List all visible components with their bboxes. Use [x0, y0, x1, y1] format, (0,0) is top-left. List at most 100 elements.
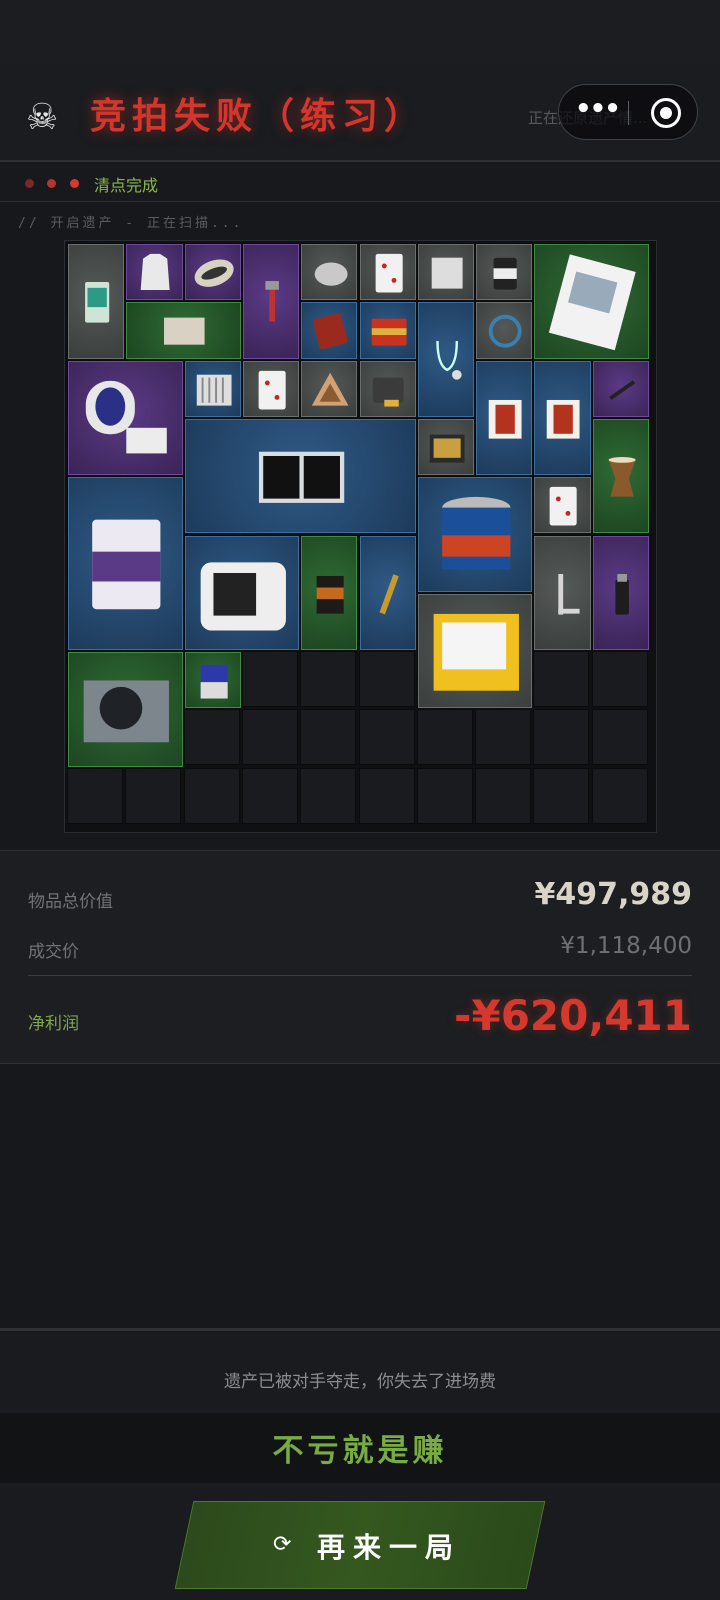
item-playing-card-2[interactable] — [242, 360, 300, 417]
empty-slot — [358, 767, 415, 824]
item-pipe-wrench[interactable] — [242, 244, 300, 359]
status-dot — [70, 179, 79, 188]
torch-canister-icon — [615, 573, 629, 615]
item-candle-box[interactable] — [417, 593, 533, 709]
item-cable[interactable] — [476, 302, 533, 359]
playing-card-icon — [375, 253, 403, 293]
red-pouch-icon — [312, 313, 348, 350]
coffee-bag-icon — [316, 575, 344, 614]
tape-measure-icon — [372, 377, 404, 407]
item-rugby-ball[interactable] — [184, 244, 241, 301]
item-triangle-badge[interactable] — [301, 360, 358, 417]
item-paint-bucket[interactable] — [417, 477, 533, 592]
rugby-ball-icon — [194, 259, 234, 287]
item-radiator[interactable] — [184, 360, 241, 417]
empty-slot — [125, 767, 182, 824]
triangle-badge-icon — [311, 372, 349, 406]
item-airbrush[interactable] — [592, 360, 649, 417]
more-dots-icon[interactable]: ••• — [575, 96, 621, 126]
item-protein-jar[interactable] — [476, 244, 533, 301]
net-profit-label: 净利润 — [28, 1014, 79, 1034]
empty-slot — [300, 651, 357, 708]
motto-band: 不亏就是赚 — [0, 1413, 720, 1483]
summary-divider — [28, 975, 692, 976]
item-djembe-drum[interactable] — [592, 418, 649, 534]
item-stethoscope[interactable] — [417, 302, 475, 417]
empty-slot — [533, 767, 590, 824]
play-again-button[interactable]: ⟳ 再来一局 — [174, 1501, 546, 1589]
item-playing-card[interactable] — [359, 244, 416, 301]
empty-slot — [358, 709, 415, 766]
item-coffee-bag[interactable] — [301, 535, 358, 651]
item-vest[interactable] — [126, 244, 183, 301]
item-tool-case[interactable] — [417, 418, 475, 476]
empty-slot — [533, 651, 590, 708]
empty-slot — [241, 651, 298, 708]
empty-slot — [591, 767, 648, 824]
status-dot — [25, 179, 34, 188]
value-summary: 物品总价值 ¥497,989 成交价 ¥1,118,400 净利润 -¥620,… — [0, 850, 720, 1064]
empty-slot — [241, 709, 298, 766]
stethoscope-icon — [436, 341, 462, 380]
spyglass-icon — [378, 573, 399, 614]
paper-bag-icon — [431, 257, 463, 289]
paint-bucket-icon — [441, 497, 511, 570]
item-tea-tin[interactable] — [359, 302, 416, 359]
item-wood-plank[interactable] — [126, 302, 241, 359]
deal-price-value: ¥1,118,400 — [560, 933, 692, 959]
skull-icon: ☠ — [26, 97, 59, 138]
comic-book-icon — [549, 254, 637, 351]
item-paper-bag[interactable] — [417, 244, 475, 301]
wood-plank-icon — [164, 317, 205, 345]
power-supply-icon — [83, 680, 169, 743]
item-power-supply[interactable] — [68, 652, 183, 767]
playing-card-2-icon — [258, 370, 286, 410]
empty-slot — [183, 767, 240, 824]
mini-program-capsule: ••• — [558, 84, 698, 140]
item-poster-card-2[interactable] — [534, 360, 591, 476]
item-solar-panel[interactable] — [184, 418, 416, 534]
printer-icon — [200, 561, 286, 631]
item-poster-card[interactable] — [476, 360, 533, 476]
djembe-drum-icon — [608, 456, 636, 497]
result-footer: 遗产已被对手夺走，你失去了进场费 不亏就是赚 ⟳ 再来一局 — [0, 1328, 720, 1600]
item-tape-measure[interactable] — [359, 360, 416, 417]
poster-card-2-icon — [547, 399, 580, 439]
loss-message: 遗产已被对手夺走，你失去了进场费 — [224, 1372, 496, 1392]
item-cement-bag[interactable] — [68, 477, 183, 651]
item-battery[interactable] — [184, 652, 241, 709]
item-square-ruler[interactable] — [534, 535, 591, 651]
toothpaste-icon — [85, 282, 110, 323]
tool-case-icon — [429, 434, 465, 463]
empty-slot — [475, 709, 532, 766]
empty-slot — [241, 767, 298, 824]
item-toothpaste[interactable] — [68, 244, 125, 359]
empty-slot — [67, 767, 123, 824]
motto-text: 不亏就是赚 — [272, 1433, 448, 1469]
item-spyglass[interactable] — [359, 535, 416, 651]
close-target-icon[interactable] — [651, 98, 681, 128]
inventory-grid — [64, 240, 657, 833]
status-text: 清点完成 — [94, 176, 159, 195]
empty-slot — [475, 767, 532, 824]
mouse-icon — [314, 262, 348, 286]
item-red-pouch[interactable] — [301, 302, 358, 359]
item-blood-pressure-monitor[interactable] — [68, 360, 183, 476]
item-torch-canister[interactable] — [592, 535, 649, 651]
item-comic-book[interactable] — [534, 244, 649, 359]
pipe-wrench-icon — [265, 281, 279, 322]
item-printer[interactable] — [184, 535, 300, 651]
total-value-label: 物品总价值 — [28, 892, 113, 912]
tea-tin-icon — [371, 318, 407, 346]
item-mouse[interactable] — [301, 244, 358, 301]
empty-slot — [358, 651, 415, 708]
header: ☠ 竞拍失败（练习） 正在还原遗产情... ••• — [0, 0, 720, 162]
refresh-icon: ⟳ — [273, 1532, 292, 1557]
protein-jar-icon — [493, 257, 517, 290]
airbrush-icon — [608, 379, 635, 400]
item-card-3[interactable] — [534, 477, 591, 534]
candle-box-icon — [433, 613, 519, 691]
capsule-divider — [628, 101, 629, 125]
radiator-icon — [196, 374, 232, 406]
poster-card-icon — [488, 399, 522, 439]
